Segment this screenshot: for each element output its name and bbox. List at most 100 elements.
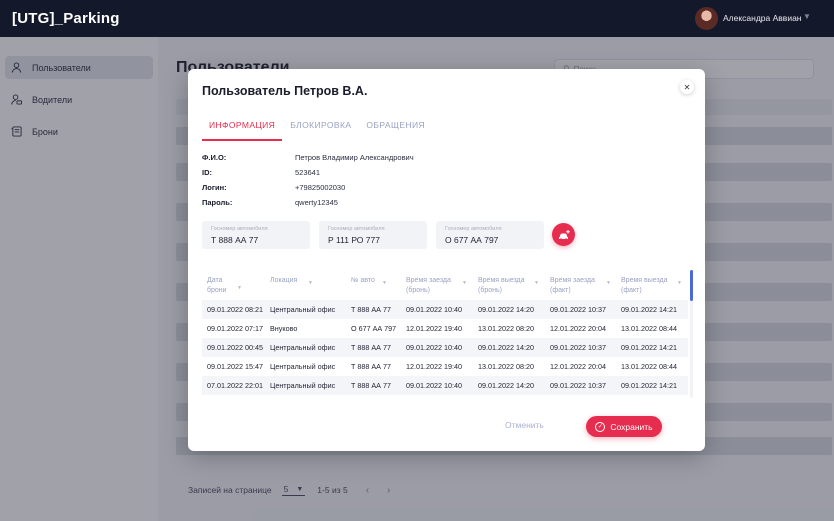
table-cell: 09.01.2022 14:21	[621, 381, 677, 390]
tab-blocking[interactable]: БЛОКИРОВКА	[283, 120, 358, 141]
column-header[interactable]: Время выезда (бронь) ▼	[478, 276, 539, 296]
table-cell: Т 888 АА 77	[351, 381, 391, 390]
column-header-line: (бронь)	[478, 287, 502, 294]
table-cell: 09.01.2022 14:21	[621, 343, 677, 352]
table-cell: 12.01.2022 19:40	[406, 362, 462, 371]
column-header[interactable]: Время заезда (бронь) ▼	[406, 276, 467, 296]
sort-icon[interactable]: ▼	[382, 278, 387, 288]
sort-icon[interactable]: ▼	[677, 278, 682, 288]
info-label: Логин:	[202, 183, 227, 192]
table-cell: 09.01.2022 10:37	[550, 343, 606, 352]
table-cell: 12.01.2022 20:04	[550, 324, 606, 333]
plate-placeholder: Госномер автомобиля	[445, 226, 502, 232]
column-header[interactable]: Время заезда (факт) ▼	[550, 276, 611, 296]
table-cell: 09.01.2022 07:17	[207, 324, 263, 333]
sort-icon[interactable]: ▼	[606, 278, 611, 288]
plate-placeholder: Госномер автомобиля	[211, 226, 268, 232]
info-value: qwerty12345	[295, 198, 338, 207]
table-cell: Центральный офис	[270, 343, 336, 352]
close-button[interactable]: ✕	[680, 80, 694, 94]
info-label: ID:	[202, 168, 212, 177]
table-cell: 13.01.2022 08:20	[478, 362, 534, 371]
table-cell: 09.01.2022 10:40	[406, 381, 462, 390]
table-cell: 13.01.2022 08:44	[621, 362, 677, 371]
info-value: 523641	[295, 168, 321, 177]
column-header-line: Локация	[270, 277, 298, 284]
table-cell: Центральный офис	[270, 381, 336, 390]
column-header-line: брони	[207, 287, 227, 294]
table-cell: 13.01.2022 08:20	[478, 324, 534, 333]
user-modal: Пользователь Петров В.А. ✕ ИНФОРМАЦИЯ БЛ…	[188, 69, 705, 451]
table-row[interactable]: 07.01.2022 22:01 Центральный офис Т 888 …	[202, 376, 688, 395]
table-cell: Т 888 АА 77	[351, 362, 391, 371]
column-header[interactable]: Дата брони ▼	[207, 276, 242, 296]
info-value: +79825002030	[295, 183, 346, 192]
save-button[interactable]: ✓ Сохранить	[586, 416, 662, 437]
column-header-line: Время заезда	[406, 277, 451, 284]
table-cell: Т 888 АА 77	[351, 305, 391, 314]
table-row[interactable]: 09.01.2022 08:21 Центральный офис Т 888 …	[202, 300, 688, 319]
cancel-button[interactable]: Отменить	[505, 420, 544, 430]
plate-value: Р 111 РО 777	[328, 235, 380, 245]
modal-title: Пользователь Петров В.А.	[202, 84, 368, 98]
table-cell: 12.01.2022 20:04	[550, 362, 606, 371]
column-header-line: № авто	[351, 277, 375, 284]
close-icon: ✕	[683, 82, 691, 92]
sort-icon[interactable]: ▼	[462, 278, 467, 288]
column-header[interactable]: Время выезда (факт) ▼	[621, 276, 682, 296]
table-cell: Центральный офис	[270, 362, 336, 371]
table-header: Дата брони ▼ Локация ▼ № авто ▼ Время заезда…	[202, 270, 688, 300]
info-value: Петров Владимир Александрович	[295, 153, 414, 162]
save-button-label: Сохранить	[610, 421, 653, 432]
top-bar: [UTG]_Parking Александра Аввиан ▼	[0, 0, 834, 37]
sort-icon[interactable]: ▼	[308, 278, 313, 288]
info-label: Ф.И.О:	[202, 153, 227, 162]
table-row[interactable]: 09.01.2022 07:17 Внуково О 677 АА 797 12…	[202, 319, 688, 338]
table-cell: 09.01.2022 08:21	[207, 305, 263, 314]
table-cell: 12.01.2022 19:40	[406, 324, 462, 333]
avatar[interactable]	[695, 7, 718, 30]
tab-requests[interactable]: ОБРАЩЕНИЯ	[359, 120, 432, 141]
info-label: Пароль:	[202, 198, 233, 207]
chevron-down-icon[interactable]: ▼	[803, 12, 811, 21]
table-cell: 09.01.2022 10:37	[550, 381, 606, 390]
table-cell: 09.01.2022 10:40	[406, 305, 462, 314]
table-cell: Т 888 АА 77	[351, 343, 391, 352]
column-header-line: Время заезда	[550, 277, 595, 284]
user-name[interactable]: Александра Аввиан	[723, 13, 802, 23]
column-header-line: Время выезда	[621, 277, 668, 284]
table-cell: 09.01.2022 14:21	[621, 305, 677, 314]
table-scrollbar-thumb[interactable]	[690, 270, 693, 301]
bookings-table: Дата брони ▼ Локация ▼ № авто ▼ Время заезда…	[202, 270, 688, 400]
tab-information[interactable]: ИНФОРМАЦИЯ	[202, 120, 283, 141]
column-header-line: Время выезда	[478, 277, 525, 284]
column-header-line: (бронь)	[406, 287, 430, 294]
table-cell: 09.01.2022 10:37	[550, 305, 606, 314]
table-row[interactable]: 09.01.2022 15:47 Центральный офис Т 888 …	[202, 357, 688, 376]
modal-tabs: ИНФОРМАЦИЯ БЛОКИРОВКА ОБРАЩЕНИЯ	[202, 120, 433, 141]
plate-field[interactable]: Госномер автомобиля Р 111 РО 777	[319, 221, 427, 249]
column-header[interactable]: № авто ▼	[351, 276, 387, 286]
table-cell: О 677 АА 797	[351, 324, 397, 333]
table-cell: 09.01.2022 14:20	[478, 305, 534, 314]
add-car-button[interactable]	[552, 223, 575, 246]
app-title: [UTG]_Parking	[12, 10, 120, 27]
table-cell: 09.01.2022 00:45	[207, 343, 263, 352]
table-row[interactable]: 09.01.2022 00:45 Центральный офис Т 888 …	[202, 338, 688, 357]
table-cell: 09.01.2022 10:40	[406, 343, 462, 352]
table-cell: 09.01.2022 14:20	[478, 343, 534, 352]
table-cell: Внуково	[270, 324, 298, 333]
plate-value: Т 888 АА 77	[211, 235, 259, 245]
add-car-icon	[558, 229, 570, 240]
column-header[interactable]: Локация ▼	[270, 276, 313, 286]
plate-field[interactable]: Госномер автомобиля О 677 АА 797	[436, 221, 544, 249]
table-cell: 09.01.2022 15:47	[207, 362, 263, 371]
column-header-line: (факт)	[621, 287, 642, 294]
table-cell: 09.01.2022 14:20	[478, 381, 534, 390]
column-header-line: Дата	[207, 277, 223, 284]
plate-field[interactable]: Госномер автомобиля Т 888 АА 77	[202, 221, 310, 249]
sort-icon[interactable]: ▼	[534, 278, 539, 288]
column-header-line: (факт)	[550, 287, 571, 294]
sort-icon[interactable]: ▼	[237, 283, 242, 293]
table-cell: 13.01.2022 08:44	[621, 324, 677, 333]
